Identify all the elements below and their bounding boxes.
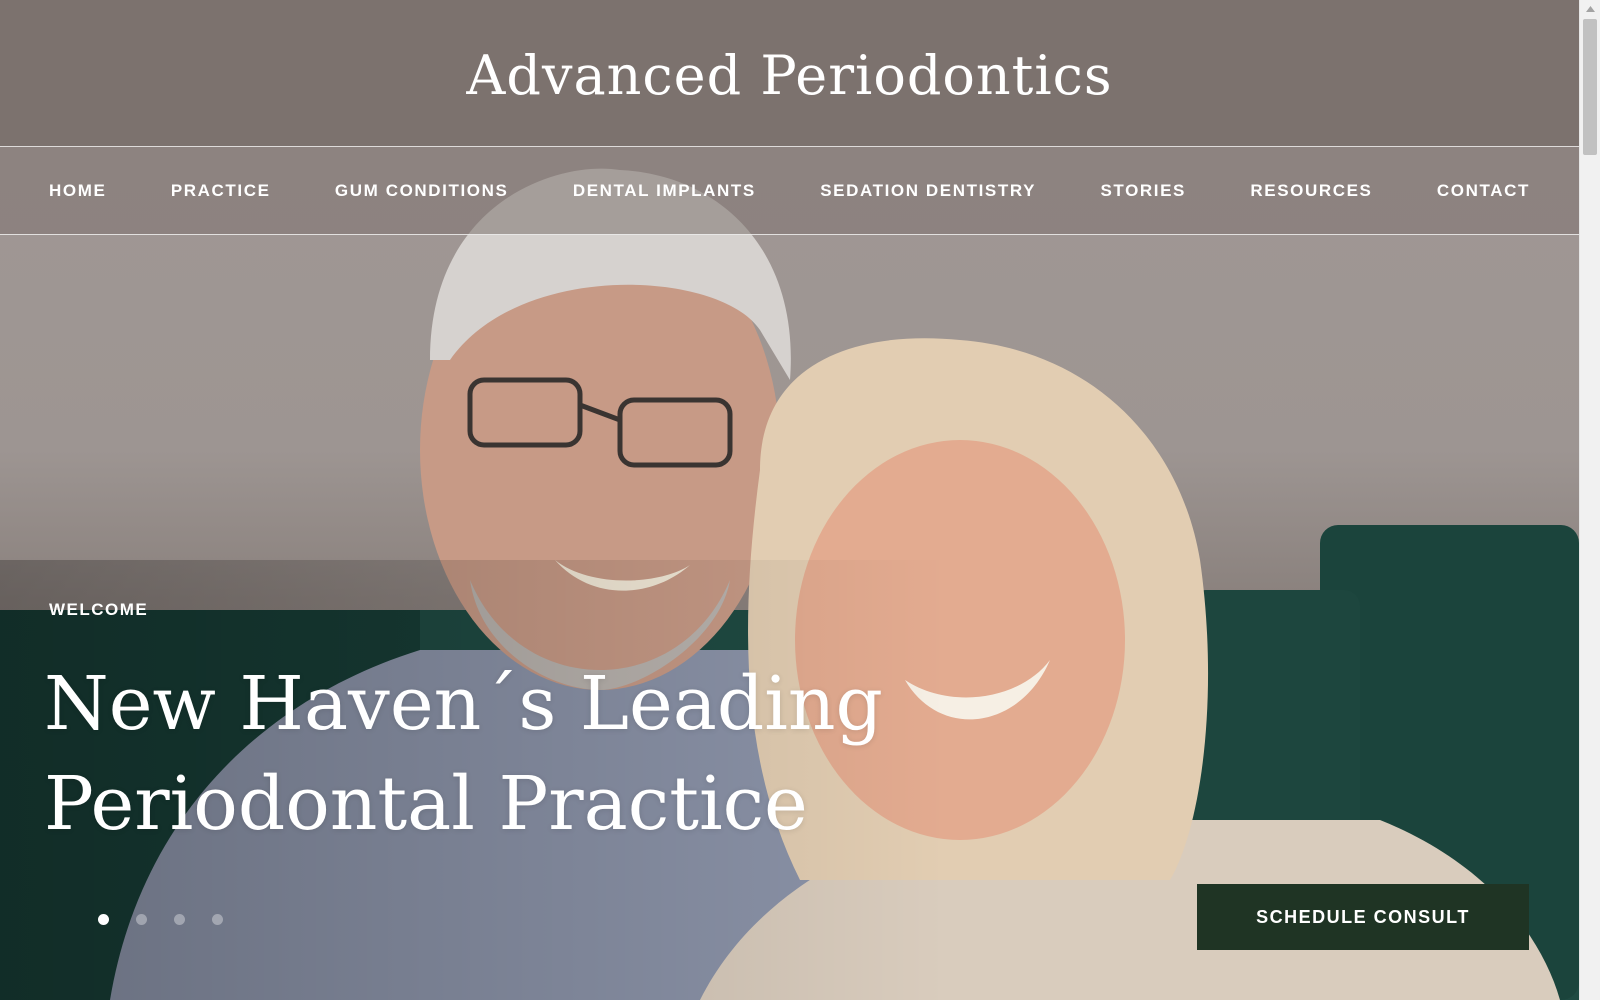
slider-dot-1[interactable] [98,914,109,925]
hero-headline-line-2: Periodontal Practice [44,761,808,847]
nav-item-contact[interactable]: CONTACT [1437,181,1530,201]
scroll-up-arrow-icon[interactable] [1580,0,1600,17]
hero-headline-line-1: New Haven´s Leading [44,661,883,747]
nav-item-resources[interactable]: RESOURCES [1250,181,1372,201]
nav-item-stories[interactable]: STORIES [1100,181,1186,201]
nav-item-practice[interactable]: PRACTICE [171,181,271,201]
slider-dot-4[interactable] [212,914,223,925]
schedule-consult-button[interactable]: SCHEDULE CONSULT [1197,884,1529,950]
page: Advanced Periodontics HOME PRACTICE GUM … [0,0,1600,1000]
page-scrollbar[interactable] [1579,0,1600,1000]
hero-eyebrow: WELCOME [49,600,149,619]
nav-item-home[interactable]: HOME [49,181,106,201]
site-header: Advanced Periodontics [0,0,1579,147]
slider-dots [98,914,223,925]
scrollbar-thumb[interactable] [1583,19,1597,155]
main-nav: HOME PRACTICE GUM CONDITIONS DENTAL IMPL… [0,147,1579,235]
slider-dot-2[interactable] [136,914,147,925]
site-title-logo[interactable]: Advanced Periodontics [466,44,1112,107]
nav-item-sedation-dentistry[interactable]: SEDATION DENTISTRY [820,181,1036,201]
nav-item-gum-conditions[interactable]: GUM CONDITIONS [335,181,509,201]
nav-item-dental-implants[interactable]: DENTAL IMPLANTS [573,181,756,201]
slider-dot-3[interactable] [174,914,185,925]
hero-headline: New Haven´s Leading Periodontal Practice [44,654,944,854]
